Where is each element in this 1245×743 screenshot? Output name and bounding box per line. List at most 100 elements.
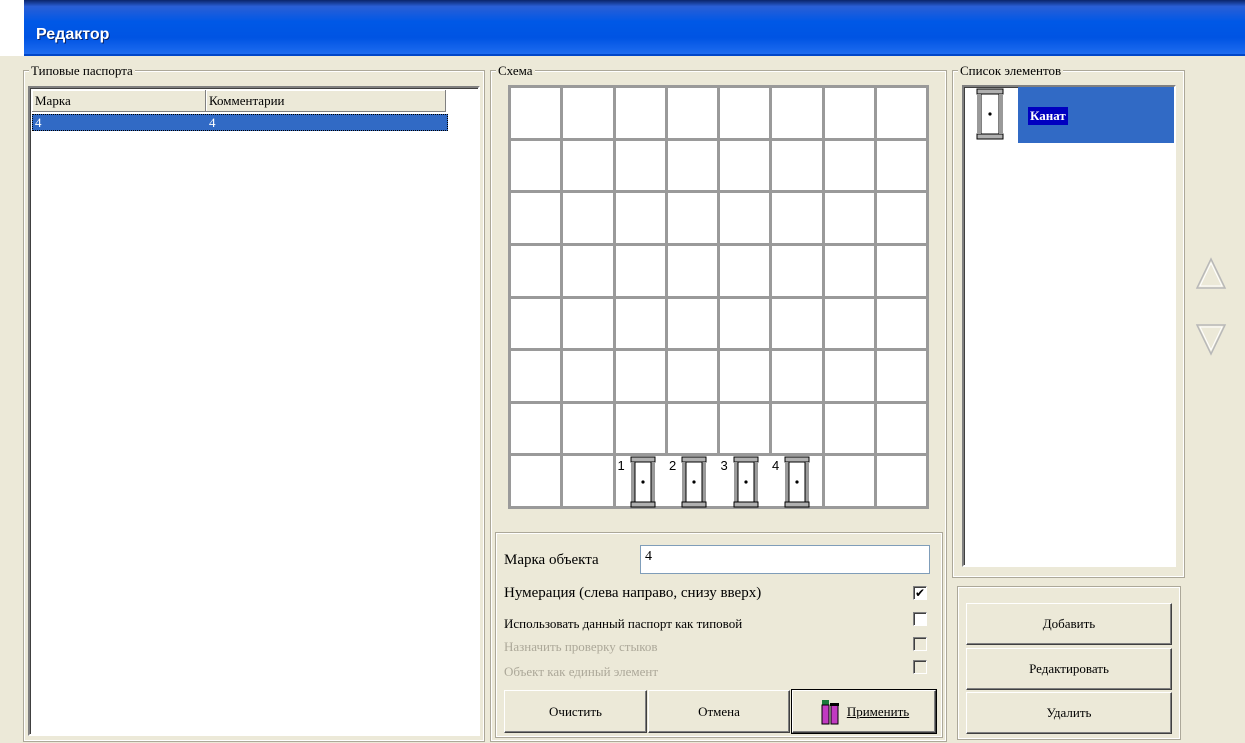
list-item[interactable]: Канат <box>964 87 1174 143</box>
cancel-button[interactable]: Отмена <box>648 690 790 733</box>
grid-cell[interactable] <box>667 403 717 454</box>
grid-cell[interactable] <box>772 403 822 454</box>
delete-button[interactable]: Удалить <box>966 692 1172 734</box>
grid-cell[interactable] <box>720 403 770 454</box>
grid-cell[interactable] <box>876 193 926 243</box>
beam-icon <box>976 88 1004 140</box>
grid-cell[interactable] <box>511 298 561 349</box>
scheme-grid[interactable]: 1 2 3 4 <box>508 85 929 509</box>
grid-cell[interactable] <box>720 351 770 401</box>
grid-cell[interactable] <box>667 245 717 296</box>
grid-cell[interactable] <box>772 140 822 191</box>
beam-number: 4 <box>772 458 780 474</box>
grid-cell[interactable] <box>720 88 770 138</box>
numbering-label: Нумерация (слева направо, снизу вверх) <box>504 585 762 601</box>
grid-cell[interactable] <box>824 140 874 191</box>
clear-button[interactable]: Очистить <box>504 690 647 733</box>
grid-cell[interactable] <box>511 403 561 454</box>
grid-cell[interactable] <box>563 298 613 349</box>
edit-button[interactable]: Редактировать <box>966 648 1172 690</box>
assign-check-label: Назначить проверку стыков <box>504 639 658 654</box>
beam-icon[interactable] <box>733 456 759 508</box>
title-bar-strip <box>0 0 24 56</box>
passports-list[interactable]: Марка Комментарии 4 4 <box>28 86 480 736</box>
grid-cell[interactable] <box>667 351 717 401</box>
grid-cell[interactable] <box>772 245 822 296</box>
title-bar: Редактор <box>0 0 1245 56</box>
apply-button[interactable]: Применить <box>791 689 937 734</box>
grid-cell[interactable] <box>615 298 665 349</box>
grid-cell[interactable] <box>876 245 926 296</box>
grid-cell[interactable] <box>511 456 561 506</box>
grid-cell[interactable] <box>824 245 874 296</box>
grid-cell[interactable] <box>876 456 926 506</box>
mark-input[interactable]: 4 <box>640 545 930 574</box>
grid-cell[interactable] <box>720 298 770 349</box>
grid-cell[interactable] <box>772 193 822 243</box>
elements-group-label: Список элементов <box>958 63 1064 79</box>
table-row[interactable]: 4 4 <box>32 114 448 131</box>
grid-cell[interactable] <box>563 193 613 243</box>
row-mark: 4 <box>35 115 42 130</box>
use-as-typical-checkbox[interactable] <box>913 612 927 626</box>
apply-icon <box>821 699 839 724</box>
grid-cell[interactable] <box>563 88 613 138</box>
grid-cell[interactable] <box>563 140 613 191</box>
grid-cell[interactable] <box>772 88 822 138</box>
mark-label: Марка объекта <box>504 552 599 568</box>
numbering-checkbox[interactable]: ✔ <box>913 586 927 600</box>
grid-cell[interactable] <box>511 351 561 401</box>
grid-cell[interactable] <box>511 193 561 243</box>
grid-cell[interactable] <box>563 245 613 296</box>
grid-cell[interactable] <box>511 88 561 138</box>
grid-cell[interactable] <box>720 245 770 296</box>
grid-cell[interactable] <box>772 351 822 401</box>
grid-cell[interactable] <box>615 351 665 401</box>
grid-cell[interactable] <box>615 193 665 243</box>
window-title: Редактор <box>36 26 110 43</box>
grid-cell[interactable] <box>563 351 613 401</box>
grid-cell[interactable] <box>615 403 665 454</box>
column-header-mark[interactable]: Марка <box>32 90 206 112</box>
beam-number: 3 <box>720 458 728 474</box>
grid-cell[interactable] <box>615 88 665 138</box>
grid-cell[interactable] <box>615 245 665 296</box>
elements-list[interactable]: Канат <box>962 85 1176 567</box>
grid-cell[interactable] <box>824 88 874 138</box>
grid-cell[interactable] <box>824 456 874 506</box>
scheme-group-label: Схема <box>496 63 535 79</box>
grid-cell[interactable] <box>720 193 770 243</box>
grid-cell[interactable] <box>511 140 561 191</box>
list-item-label: Канат <box>1028 107 1068 125</box>
grid-cell[interactable] <box>824 351 874 401</box>
beam-icon[interactable] <box>681 456 707 508</box>
beam-number: 1 <box>617 458 625 474</box>
beam-number: 2 <box>669 458 677 474</box>
beam-icon[interactable] <box>630 456 656 508</box>
grid-cell[interactable] <box>667 298 717 349</box>
grid-cell[interactable] <box>824 298 874 349</box>
grid-cell[interactable] <box>667 140 717 191</box>
grid-cell[interactable] <box>563 456 613 506</box>
grid-cell[interactable] <box>824 193 874 243</box>
grid-cell[interactable] <box>876 88 926 138</box>
triangle-down-icon[interactable] <box>1195 321 1227 357</box>
grid-cell[interactable] <box>876 351 926 401</box>
beam-icon[interactable] <box>784 456 810 508</box>
triangle-up-icon[interactable] <box>1195 256 1227 292</box>
grid-cell[interactable] <box>876 403 926 454</box>
grid-cell[interactable] <box>824 403 874 454</box>
grid-cell[interactable] <box>615 140 665 191</box>
grid-cell[interactable] <box>772 298 822 349</box>
column-header-comment[interactable]: Комментарии <box>206 90 446 112</box>
grid-cell[interactable] <box>876 140 926 191</box>
add-button[interactable]: Добавить <box>966 603 1172 645</box>
grid-cell[interactable] <box>667 88 717 138</box>
grid-cell[interactable] <box>563 403 613 454</box>
grid-cell[interactable] <box>720 140 770 191</box>
grid-cell[interactable] <box>876 298 926 349</box>
grid-cell[interactable] <box>667 193 717 243</box>
assign-check-checkbox[interactable] <box>913 637 927 651</box>
grid-cell[interactable] <box>511 245 561 296</box>
single-element-checkbox[interactable] <box>913 660 927 674</box>
